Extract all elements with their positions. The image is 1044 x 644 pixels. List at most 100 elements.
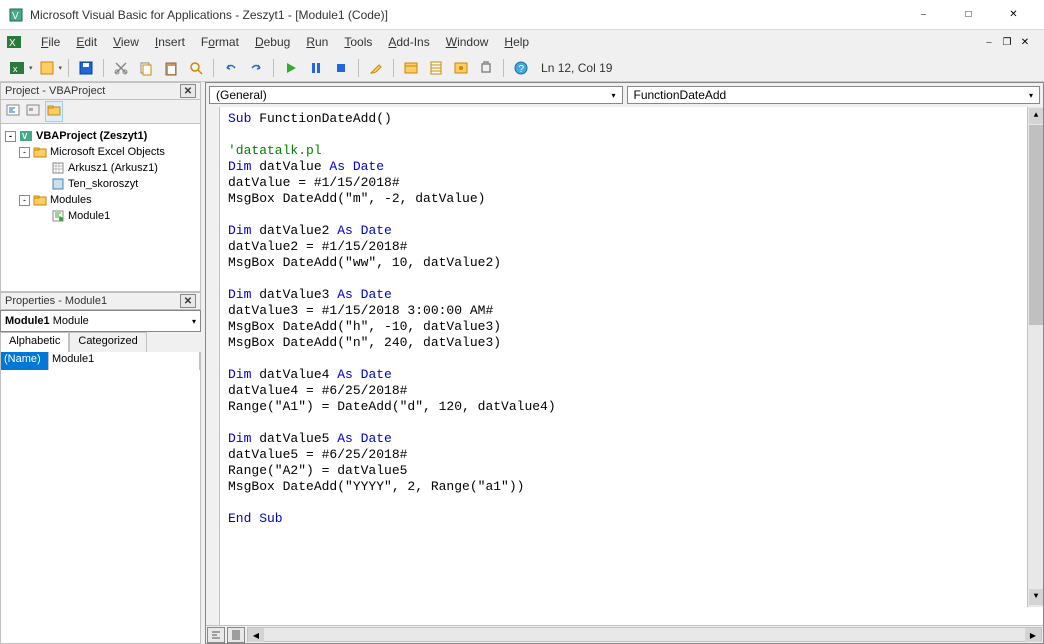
property-value-cell[interactable]: Module1 <box>49 352 200 370</box>
svg-text:?: ? <box>519 64 525 75</box>
close-button[interactable]: ✕ <box>991 0 1036 30</box>
code-editor[interactable]: Sub FunctionDateAdd() 'datatalk.pl Dim d… <box>206 107 1043 625</box>
menubar: X File Edit View Insert Format Debug Run… <box>0 30 1044 54</box>
code-bottom-bar: ◀ ▶ <box>206 625 1043 643</box>
window-title: Microsoft Visual Basic for Applications … <box>30 8 901 22</box>
procedure-dropdown[interactable]: FunctionDateAdd ▾ <box>627 86 1041 104</box>
scroll-left-arrow[interactable]: ◀ <box>248 628 264 642</box>
tree-modules-folder[interactable]: - Modules <box>1 192 200 208</box>
menu-tools[interactable]: Tools <box>337 33 379 51</box>
titlebar: V Microsoft Visual Basic for Application… <box>0 0 1044 30</box>
tree-module1[interactable]: Module1 <box>1 208 200 224</box>
undo-button[interactable] <box>220 57 242 79</box>
module-icon <box>51 209 65 223</box>
svg-text:X: X <box>9 38 16 49</box>
scroll-down-arrow[interactable]: ▼ <box>1029 589 1043 605</box>
paste-button[interactable] <box>160 57 182 79</box>
object-dropdown[interactable]: (General) ▾ <box>209 86 623 104</box>
view-excel-button[interactable]: x <box>6 57 28 79</box>
dropdown-arrow-icon: ▾ <box>192 317 196 326</box>
save-button[interactable] <box>75 57 97 79</box>
mdi-minimize[interactable]: – <box>982 35 996 49</box>
mdi-close[interactable]: ✕ <box>1018 35 1032 49</box>
svg-text:V: V <box>12 11 19 22</box>
reset-button[interactable] <box>330 57 352 79</box>
dropdown-arrow-icon[interactable]: ▾ <box>59 64 63 72</box>
project-explorer-button[interactable] <box>400 57 422 79</box>
project-tree[interactable]: - V VBAProject (Zeszyt1) - Microsoft Exc… <box>0 124 201 292</box>
scroll-up-arrow[interactable]: ▲ <box>1029 108 1043 124</box>
properties-object-select[interactable]: Module1 Module ▾ <box>0 310 201 332</box>
horizontal-scrollbar[interactable]: ◀ ▶ <box>247 627 1042 642</box>
copy-button[interactable] <box>135 57 157 79</box>
view-code-button[interactable] <box>5 102 21 121</box>
project-panel-header: Project - VBAProject ✕ <box>0 82 201 100</box>
properties-button[interactable] <box>425 57 447 79</box>
dropdown-arrow-icon[interactable]: ▾ <box>29 64 33 72</box>
menu-insert[interactable]: Insert <box>148 33 192 51</box>
menu-format[interactable]: Format <box>194 33 246 51</box>
tree-project-root[interactable]: - V VBAProject (Zeszyt1) <box>1 128 200 144</box>
menu-addins[interactable]: Add-Ins <box>381 33 436 51</box>
folder-icon <box>33 145 47 159</box>
help-button[interactable]: ? <box>510 57 532 79</box>
menu-help[interactable]: Help <box>497 33 536 51</box>
find-button[interactable] <box>185 57 207 79</box>
property-row[interactable]: (Name) Module1 <box>1 352 200 370</box>
worksheet-icon <box>51 161 65 175</box>
tab-categorized[interactable]: Categorized <box>69 332 146 352</box>
collapse-icon[interactable]: - <box>19 147 30 158</box>
project-icon: V <box>19 129 33 143</box>
code-margin <box>206 107 220 625</box>
toolbox-button[interactable] <box>475 57 497 79</box>
svg-text:V: V <box>22 132 28 141</box>
scroll-thumb[interactable] <box>1029 125 1043 325</box>
maximize-button[interactable]: □ <box>946 0 991 30</box>
break-button[interactable] <box>305 57 327 79</box>
redo-button[interactable] <box>245 57 267 79</box>
view-object-button[interactable] <box>25 102 41 121</box>
collapse-icon[interactable]: - <box>19 195 30 206</box>
vertical-scrollbar[interactable]: ▲ ▼ <box>1027 107 1043 607</box>
menu-window[interactable]: Window <box>439 33 496 51</box>
insert-module-button[interactable] <box>36 57 58 79</box>
project-toolbar <box>0 100 201 124</box>
menu-run[interactable]: Run <box>299 33 335 51</box>
collapse-icon[interactable]: - <box>5 131 16 142</box>
tab-alphabetic[interactable]: Alphabetic <box>0 332 69 352</box>
project-panel-title: Project - VBAProject <box>5 85 105 97</box>
dropdown-arrow-icon: ▾ <box>1029 91 1033 100</box>
code-text[interactable]: Sub FunctionDateAdd() 'datatalk.pl Dim d… <box>228 111 556 527</box>
vba-app-icon: V <box>8 7 24 23</box>
full-module-view-button[interactable] <box>227 627 245 643</box>
toolbar: x ▾ ▾ ? Ln 12, Col 19 <box>0 54 1044 82</box>
properties-panel-close[interactable]: ✕ <box>180 294 196 308</box>
menu-view[interactable]: View <box>106 33 146 51</box>
properties-panel-title: Properties - Module1 <box>5 295 107 307</box>
tree-workbook[interactable]: Ten_skoroszyt <box>1 176 200 192</box>
folder-icon <box>33 193 47 207</box>
properties-grid[interactable]: (Name) Module1 <box>0 352 201 644</box>
scroll-right-arrow[interactable]: ▶ <box>1025 628 1041 642</box>
run-button[interactable] <box>280 57 302 79</box>
svg-text:x: x <box>13 64 18 74</box>
mdi-restore[interactable]: ❐ <box>1000 35 1014 49</box>
cut-button[interactable] <box>110 57 132 79</box>
menu-file[interactable]: File <box>34 33 67 51</box>
properties-panel-header: Properties - Module1 ✕ <box>0 292 201 310</box>
object-browser-button[interactable] <box>450 57 472 79</box>
tree-sheet1[interactable]: Arkusz1 (Arkusz1) <box>1 160 200 176</box>
excel-icon[interactable]: X <box>6 34 22 50</box>
workbook-icon <box>51 177 65 191</box>
design-mode-button[interactable] <box>365 57 387 79</box>
code-dropdowns: (General) ▾ FunctionDateAdd ▾ <box>206 83 1043 107</box>
menu-debug[interactable]: Debug <box>248 33 297 51</box>
project-panel-close[interactable]: ✕ <box>180 84 196 98</box>
tree-excel-objects[interactable]: - Microsoft Excel Objects <box>1 144 200 160</box>
minimize-button[interactable]: – <box>901 0 946 30</box>
menu-edit[interactable]: Edit <box>69 33 104 51</box>
properties-tabs: Alphabetic Categorized <box>0 332 201 352</box>
dropdown-arrow-icon: ▾ <box>611 91 615 100</box>
procedure-view-button[interactable] <box>207 627 225 643</box>
toggle-folders-button[interactable] <box>45 101 63 122</box>
